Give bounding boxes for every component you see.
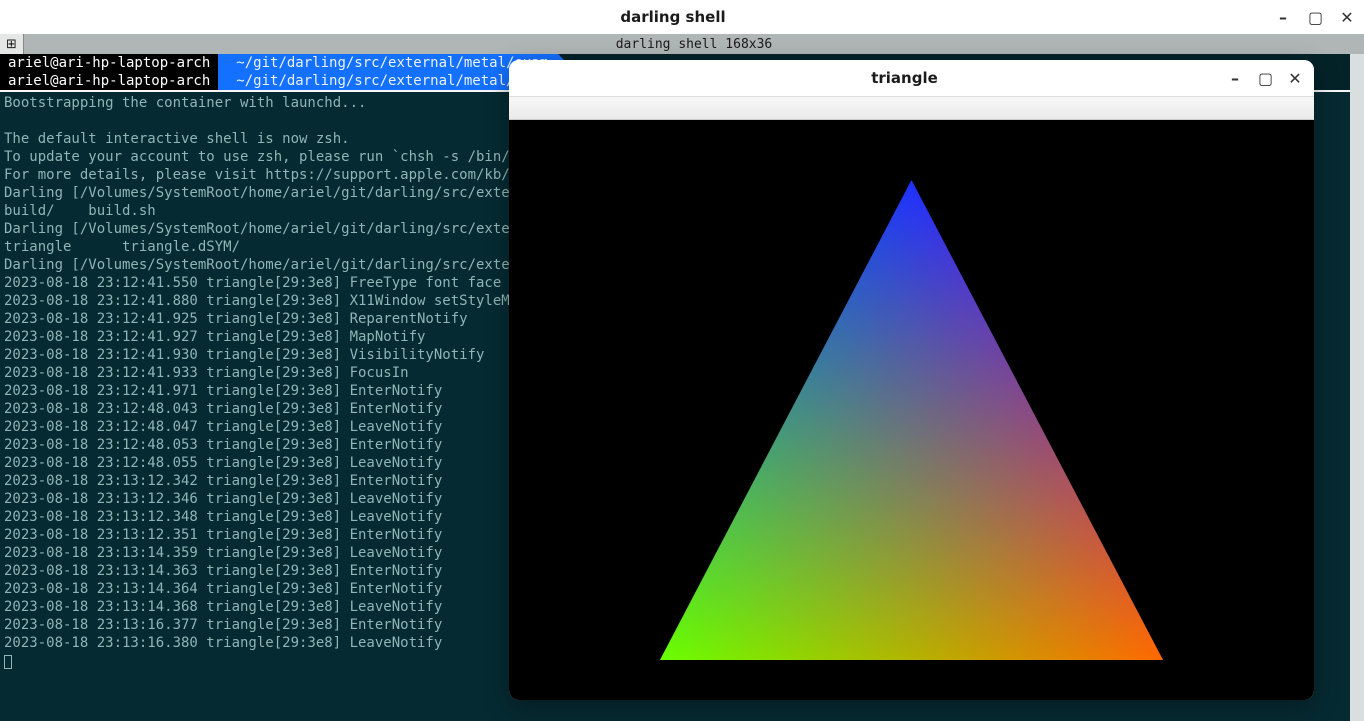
- app-close-button[interactable]: ✕: [1288, 69, 1302, 88]
- host-window-titlebar: darling shell – ▢ ✕: [0, 0, 1364, 34]
- terminal-tab-label: darling shell 168x36: [616, 37, 773, 52]
- prompt-user-2: ariel@ari-hp-laptop-arch: [0, 72, 218, 90]
- prompt-user: ariel@ari-hp-laptop-arch: [0, 54, 218, 72]
- triangle-render: [509, 120, 1314, 700]
- app-minimize-button[interactable]: –: [1228, 69, 1242, 88]
- app-titlebar[interactable]: triangle – ▢ ✕: [509, 60, 1314, 96]
- terminal-scrollbar[interactable]: [1350, 54, 1364, 721]
- terminal-tab-bar: ⊞ darling shell 168x36: [0, 34, 1364, 54]
- host-close-button[interactable]: ✕: [1340, 8, 1354, 27]
- host-minimize-button[interactable]: –: [1276, 8, 1290, 27]
- prompt-path: ~/git/darling/src/external/metal/exam: [218, 54, 558, 72]
- app-window-triangle[interactable]: triangle – ▢ ✕: [509, 60, 1314, 700]
- app-canvas: [509, 120, 1314, 700]
- app-maximize-button[interactable]: ▢: [1258, 69, 1272, 88]
- prompt-path-2: ~/git/darling/src/external/metal/exa: [218, 72, 549, 90]
- new-tab-button[interactable]: ⊞: [0, 34, 24, 54]
- terminal-cursor: [4, 655, 12, 669]
- terminal-tab[interactable]: darling shell 168x36: [24, 34, 1364, 54]
- host-window-title: darling shell: [70, 8, 1276, 26]
- app-toolbar: [509, 96, 1314, 120]
- host-maximize-button[interactable]: ▢: [1308, 8, 1322, 27]
- app-title: triangle: [581, 69, 1228, 87]
- new-tab-icon: ⊞: [6, 37, 17, 52]
